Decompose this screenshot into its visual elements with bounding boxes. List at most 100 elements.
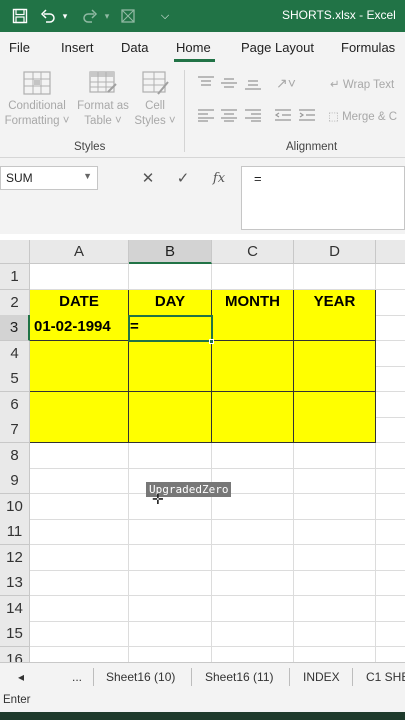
cell-e5[interactable] bbox=[376, 366, 405, 392]
align-left-icon[interactable] bbox=[197, 108, 215, 122]
cell-a12[interactable] bbox=[30, 545, 129, 571]
format-as-table-button[interactable]: Format as Table ˅ bbox=[74, 70, 132, 129]
cell-e6[interactable] bbox=[376, 392, 405, 418]
column-header-d[interactable]: D bbox=[294, 240, 376, 264]
cell-e3[interactable] bbox=[376, 315, 405, 341]
cell-b8[interactable] bbox=[129, 443, 212, 469]
row-header-3[interactable]: 3 bbox=[0, 315, 30, 341]
cell-e14[interactable] bbox=[376, 596, 405, 622]
cell-b13[interactable] bbox=[129, 570, 212, 596]
cell-a4[interactable] bbox=[30, 341, 129, 367]
cell-d16[interactable] bbox=[294, 647, 376, 662]
cell-e13[interactable] bbox=[376, 570, 405, 596]
tab-data[interactable]: Data bbox=[121, 40, 148, 55]
align-center-icon[interactable] bbox=[220, 108, 238, 122]
tab-home[interactable]: Home bbox=[176, 40, 211, 55]
cell-c12[interactable] bbox=[212, 545, 294, 571]
cell-c10[interactable] bbox=[212, 494, 294, 520]
cell-e15[interactable] bbox=[376, 621, 405, 647]
cell-b6[interactable] bbox=[129, 392, 212, 418]
row-header-14[interactable]: 14 bbox=[0, 596, 30, 622]
cell-a8[interactable] bbox=[30, 443, 129, 469]
cell-e4[interactable] bbox=[376, 341, 405, 367]
row-header-9[interactable]: 9 bbox=[0, 468, 30, 494]
sheet-tab-sheet16-11[interactable]: Sheet16 (11) bbox=[205, 670, 274, 684]
cell-a7[interactable] bbox=[30, 417, 129, 443]
cell-c13[interactable] bbox=[212, 570, 294, 596]
sheet-tab-c1-she[interactable]: C1 SHE bbox=[366, 670, 405, 684]
row-header-4[interactable]: 4 bbox=[0, 341, 30, 367]
cell-b10[interactable] bbox=[129, 494, 212, 520]
wrap-text-button[interactable]: ↵ Wrap Text bbox=[330, 77, 394, 91]
cell-c15[interactable] bbox=[212, 621, 294, 647]
insert-function-icon[interactable]: fx bbox=[207, 164, 231, 192]
formula-input[interactable]: = bbox=[241, 166, 405, 230]
cell-styles-button[interactable]: Cell Styles ˅ bbox=[132, 70, 178, 129]
cell-e16[interactable] bbox=[376, 647, 405, 662]
cell-a10[interactable] bbox=[30, 494, 129, 520]
decrease-indent-icon[interactable] bbox=[274, 108, 292, 122]
row-header-7[interactable]: 7 bbox=[0, 417, 30, 443]
column-header-b[interactable]: B bbox=[129, 240, 212, 264]
align-right-icon[interactable] bbox=[244, 108, 262, 122]
name-box[interactable]: SUM ▼ bbox=[0, 166, 98, 190]
row-header-12[interactable]: 12 bbox=[0, 545, 30, 571]
column-header-c[interactable]: C bbox=[212, 240, 294, 264]
row-header-15[interactable]: 15 bbox=[0, 621, 30, 647]
row-header-6[interactable]: 6 bbox=[0, 392, 30, 418]
cell-c2[interactable]: MONTH bbox=[212, 290, 294, 316]
name-box-dropdown-icon[interactable]: ▼ bbox=[83, 171, 92, 181]
cell-c11[interactable] bbox=[212, 519, 294, 545]
align-bottom-icon[interactable] bbox=[244, 76, 262, 90]
cell-c3[interactable] bbox=[212, 315, 294, 341]
cell-c1[interactable] bbox=[212, 264, 294, 290]
cell-d2[interactable]: YEAR bbox=[294, 290, 376, 316]
cell-c4[interactable] bbox=[212, 341, 294, 367]
cell-d14[interactable] bbox=[294, 596, 376, 622]
redo-icon[interactable] bbox=[80, 6, 100, 26]
tab-page-layout[interactable]: Page Layout bbox=[241, 40, 314, 55]
cell-e11[interactable] bbox=[376, 519, 405, 545]
cell-d8[interactable] bbox=[294, 443, 376, 469]
cell-a5[interactable] bbox=[30, 366, 129, 392]
row-header-2[interactable]: 2 bbox=[0, 290, 30, 316]
cell-e1[interactable] bbox=[376, 264, 405, 290]
cell-b3[interactable]: = bbox=[129, 315, 212, 341]
undo-icon[interactable] bbox=[38, 6, 58, 26]
cell-b1[interactable] bbox=[129, 264, 212, 290]
cell-d11[interactable] bbox=[294, 519, 376, 545]
orientation-icon[interactable]: ↗˅ bbox=[276, 75, 296, 92]
row-header-13[interactable]: 13 bbox=[0, 570, 30, 596]
cell-a14[interactable] bbox=[30, 596, 129, 622]
enter-icon[interactable]: ✓ bbox=[172, 164, 194, 192]
cell-a6[interactable] bbox=[30, 392, 129, 418]
sheet-tab-sheet16-10[interactable]: Sheet16 (10) bbox=[106, 670, 175, 684]
align-top-icon[interactable] bbox=[197, 76, 215, 90]
cell-a13[interactable] bbox=[30, 570, 129, 596]
row-header-5[interactable]: 5 bbox=[0, 366, 30, 392]
save-icon[interactable] bbox=[10, 6, 30, 26]
sheet-tab-index[interactable]: INDEX bbox=[303, 670, 340, 684]
cell-a1[interactable] bbox=[30, 264, 129, 290]
cell-c14[interactable] bbox=[212, 596, 294, 622]
merge-center-button[interactable]: ⬚ Merge & C bbox=[328, 109, 397, 123]
cell-b7[interactable] bbox=[129, 417, 212, 443]
row-header-16[interactable]: 16 bbox=[0, 647, 30, 662]
cell-d6[interactable] bbox=[294, 392, 376, 418]
undo-dropdown-icon[interactable]: ▾ bbox=[60, 6, 70, 26]
cell-b2[interactable]: DAY bbox=[129, 290, 212, 316]
prev-sheet-icon[interactable]: ◂ bbox=[18, 670, 24, 684]
cell-e7[interactable] bbox=[376, 417, 405, 443]
cell-b5[interactable] bbox=[129, 366, 212, 392]
cell-a2[interactable]: DATE bbox=[30, 290, 129, 316]
cell-d3[interactable] bbox=[294, 315, 376, 341]
fill-handle[interactable] bbox=[209, 339, 214, 344]
tab-insert[interactable]: Insert bbox=[61, 40, 94, 55]
cell-d9[interactable] bbox=[294, 468, 376, 494]
cell-b16[interactable] bbox=[129, 647, 212, 662]
increase-indent-icon[interactable] bbox=[298, 108, 316, 122]
select-all-corner[interactable] bbox=[0, 240, 30, 264]
cell-d1[interactable] bbox=[294, 264, 376, 290]
cell-b12[interactable] bbox=[129, 545, 212, 571]
column-header-a[interactable]: A bbox=[30, 240, 129, 264]
